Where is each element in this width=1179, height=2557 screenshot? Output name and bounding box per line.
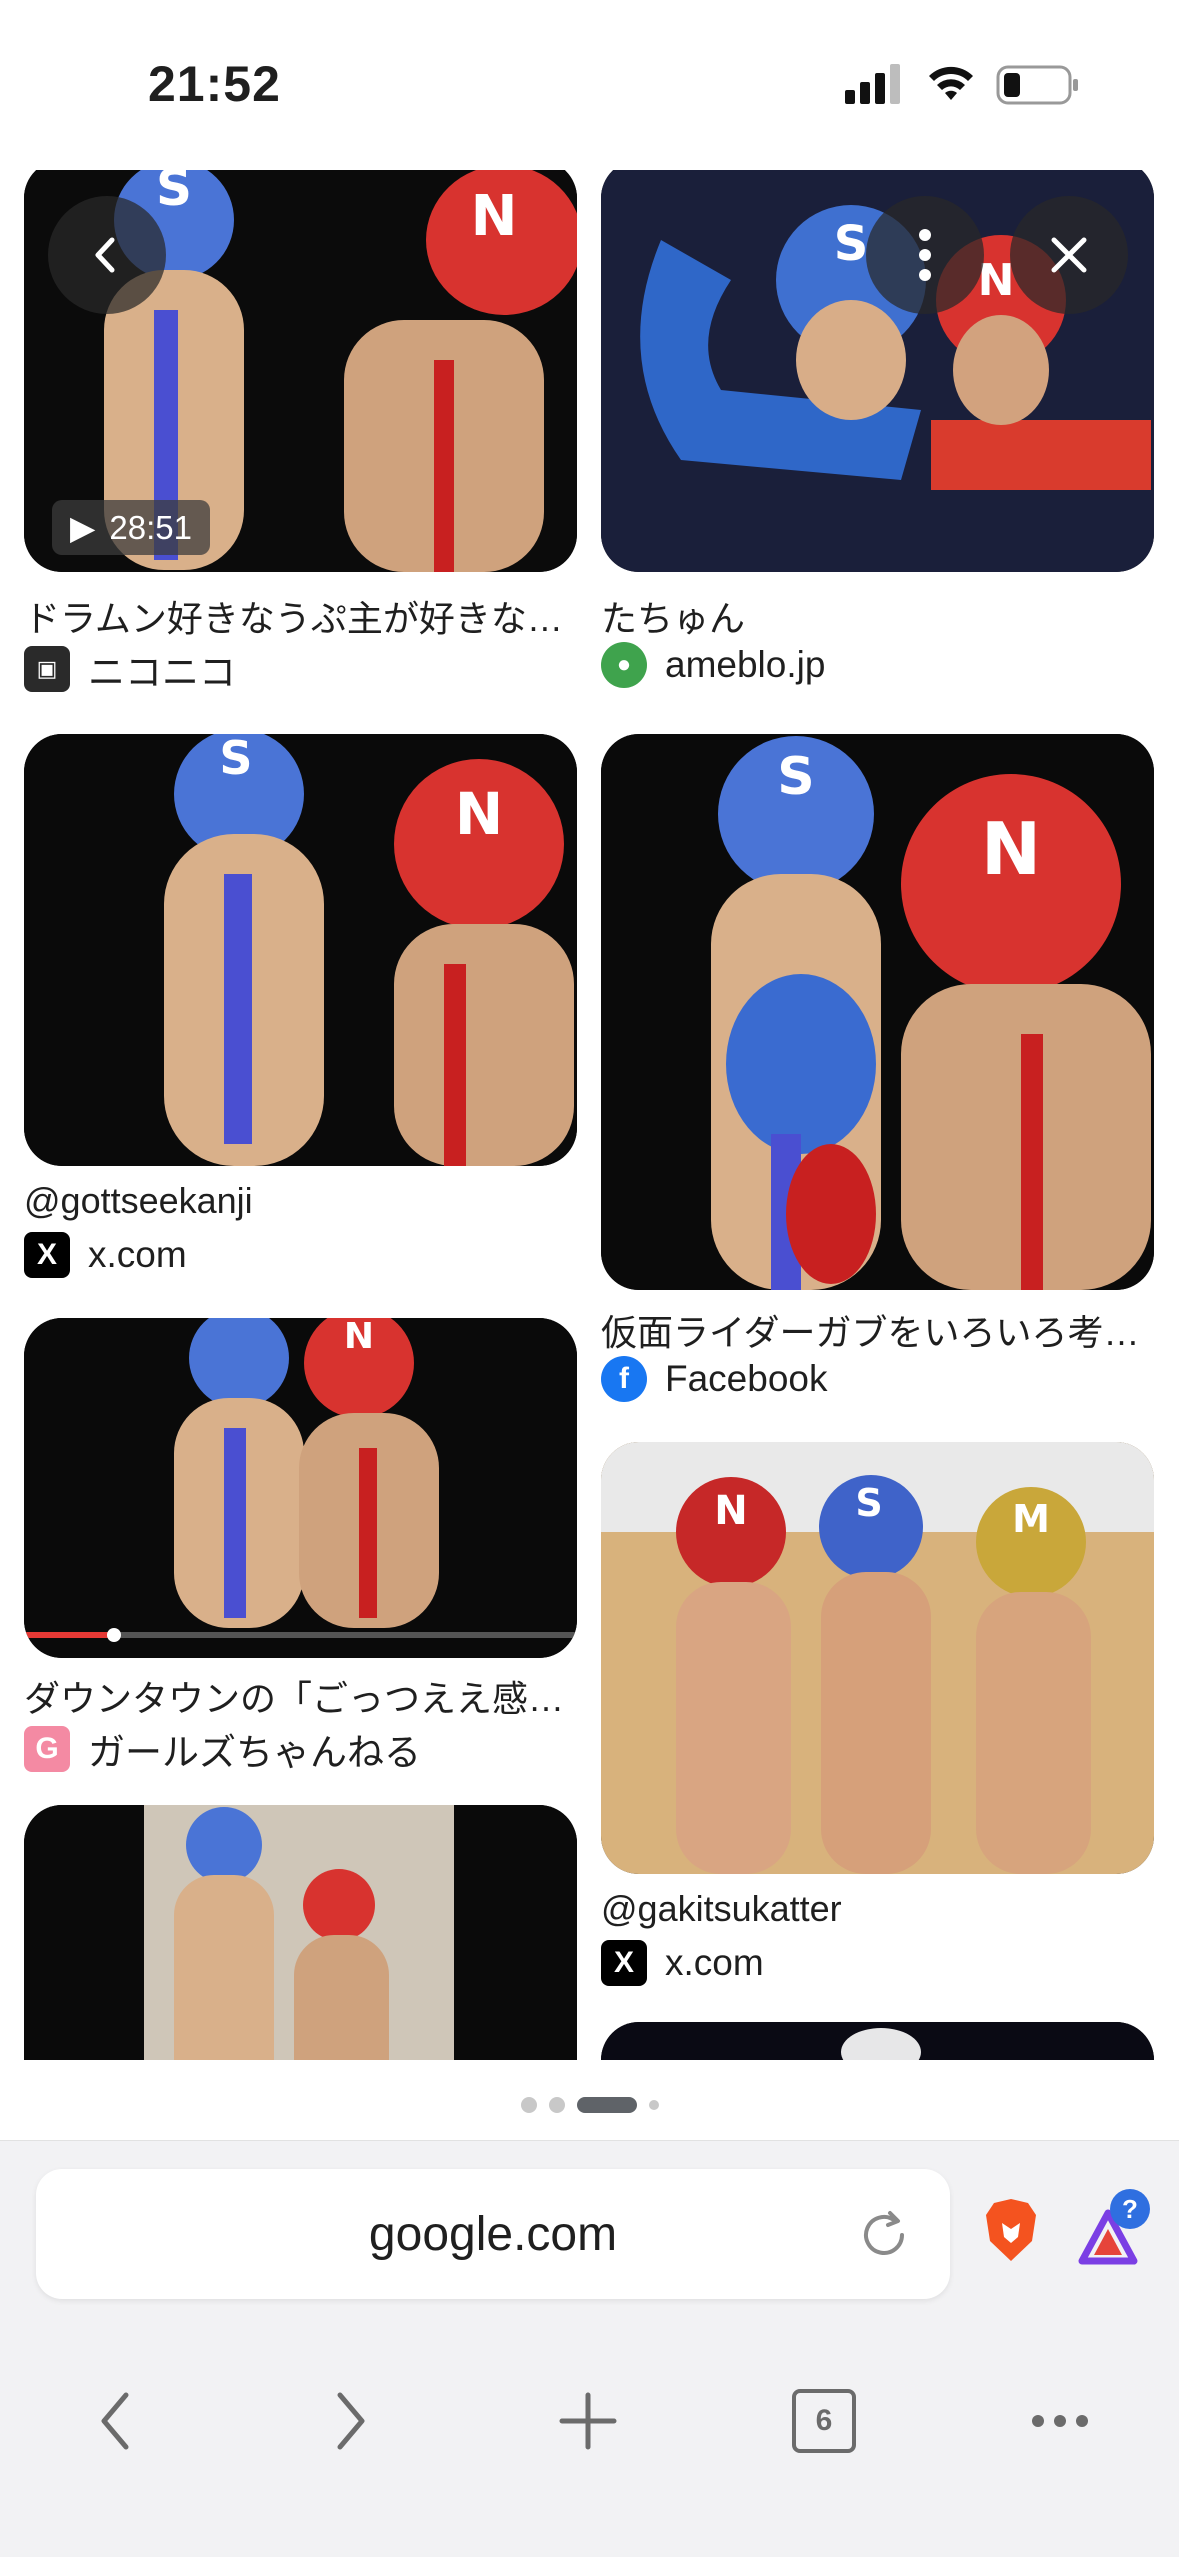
result-title[interactable]: @gottseekanji: [24, 1180, 577, 1222]
ameba-icon: ●: [601, 642, 647, 688]
result-thumbnail[interactable]: N: [24, 1318, 577, 1658]
more-horizontal-icon: [1032, 2415, 1088, 2427]
result-title[interactable]: ドラムン好きなうぷ主が好きな…: [24, 590, 577, 642]
result-thumbnail[interactable]: S N: [24, 734, 577, 1166]
page-indicator: [0, 2090, 1179, 2120]
source-name: x.com: [88, 1234, 187, 1275]
play-icon: ▶: [70, 509, 96, 546]
thumbnail-image: N: [24, 1318, 577, 1658]
chevron-left-icon: [95, 237, 115, 273]
x-icon: X: [601, 1940, 647, 1986]
page-dot: [520, 2097, 537, 2113]
facebook-icon: f: [601, 1356, 647, 1402]
result-source[interactable]: X x.com: [601, 1940, 764, 1986]
result-title[interactable]: たちゅん: [601, 590, 1154, 642]
svg-text:N: N: [981, 807, 1041, 891]
x-icon: X: [24, 1232, 70, 1278]
svg-text:N: N: [455, 780, 504, 848]
tab-count: 6: [792, 2389, 856, 2453]
result-card[interactable]: [24, 1805, 577, 2060]
result-thumbnail[interactable]: [24, 1805, 577, 2060]
svg-text:S: S: [156, 170, 192, 217]
source-name: x.com: [665, 1942, 764, 1983]
cellular-signal-icon: [845, 64, 900, 104]
result-source[interactable]: X x.com: [24, 1232, 187, 1278]
svg-text:N: N: [471, 184, 518, 249]
result-thumbnail[interactable]: S N: [601, 734, 1154, 1290]
result-title[interactable]: ダウンタウンの「ごっつええ感…: [24, 1670, 577, 1722]
source-name: ガールズちゃんねる: [88, 1732, 421, 1773]
browser-toolbar: google.com ? 6: [0, 2140, 1179, 2557]
plus-icon: [559, 2392, 617, 2450]
page-dot-active: [576, 2097, 637, 2113]
result-card[interactable]: N S M @gakitsukatter X x.com: [601, 1442, 1154, 1986]
result-title[interactable]: 仮面ライダーガブをいろいろ考…: [601, 1304, 1154, 1356]
page-dot: [548, 2097, 565, 2113]
thumbnail-image: [601, 2022, 1154, 2060]
chevron-right-icon: [337, 2392, 365, 2450]
chevron-left-icon: [101, 2392, 129, 2450]
close-icon: [1051, 237, 1087, 273]
svg-text:N: N: [344, 1318, 374, 1357]
address-bar[interactable]: google.com: [36, 2169, 950, 2299]
forward-nav-button[interactable]: [300, 2361, 400, 2481]
back-nav-button[interactable]: [66, 2361, 166, 2481]
reload-icon[interactable]: [856, 2207, 912, 2263]
more-options-button[interactable]: [866, 196, 984, 314]
page-dot: [648, 2100, 659, 2110]
menu-button[interactable]: [1010, 2361, 1110, 2481]
girls-channel-icon: G: [24, 1726, 70, 1772]
wifi-icon: [929, 66, 973, 100]
result-title[interactable]: @gakitsukatter: [601, 1888, 1154, 1930]
result-source[interactable]: G ガールズちゃんねる: [24, 1722, 421, 1776]
duration-text: 28:51: [109, 508, 192, 546]
brave-shields-icon[interactable]: [982, 2197, 1040, 2263]
close-button[interactable]: [1010, 196, 1128, 314]
thumbnail-image: S N: [24, 734, 577, 1166]
battery-icon: [996, 65, 1078, 105]
status-bar: 21:52: [0, 0, 1179, 170]
result-card[interactable]: N ダウンタウンの「ごっつええ感… G ガールズちゃんねる: [24, 1318, 577, 1778]
browser-nav-row: 6: [0, 2361, 1179, 2481]
svg-text:M: M: [1012, 1497, 1050, 1541]
notification-badge: ?: [1110, 2189, 1150, 2229]
result-card[interactable]: S N @gottseekanji X x.com: [24, 734, 577, 1278]
status-time: 21:52: [148, 56, 281, 112]
thumbnail-image: N S M: [601, 1442, 1154, 1874]
image-results-grid: S N ▶ 28:51 ドラムン好きなうぷ主が好きな… ▣ ニコニコ S N た…: [0, 170, 1179, 2060]
new-tab-button[interactable]: [538, 2361, 638, 2481]
svg-text:S: S: [834, 216, 869, 272]
source-name: ニコニコ: [88, 652, 236, 693]
video-duration-badge: ▶ 28:51: [52, 500, 210, 555]
result-source[interactable]: f Facebook: [601, 1356, 828, 1402]
svg-text:S: S: [855, 1481, 882, 1525]
result-card[interactable]: S N 仮面ライダーガブをいろいろ考… f Facebook: [601, 734, 1154, 1404]
svg-text:N: N: [714, 1488, 747, 1534]
tv-icon: ▣: [24, 646, 70, 692]
thumbnail-image: [24, 1805, 577, 2060]
rewards-button[interactable]: ?: [1074, 2189, 1150, 2267]
url-text[interactable]: google.com: [36, 2169, 950, 2299]
thumbnail-image: S N: [601, 734, 1154, 1290]
svg-text:S: S: [219, 734, 252, 785]
source-name: Facebook: [665, 1358, 828, 1399]
back-button[interactable]: [48, 196, 166, 314]
tab-switcher-button[interactable]: 6: [774, 2361, 874, 2481]
result-thumbnail[interactable]: N S M: [601, 1442, 1154, 1874]
result-thumbnail[interactable]: [601, 2022, 1154, 2060]
result-source[interactable]: ▣ ニコニコ: [24, 642, 236, 696]
svg-text:S: S: [777, 747, 814, 807]
result-card[interactable]: [601, 2022, 1154, 2060]
source-name: ameblo.jp: [665, 644, 826, 685]
more-vertical-icon: [919, 229, 931, 281]
result-source[interactable]: ● ameblo.jp: [601, 642, 825, 688]
